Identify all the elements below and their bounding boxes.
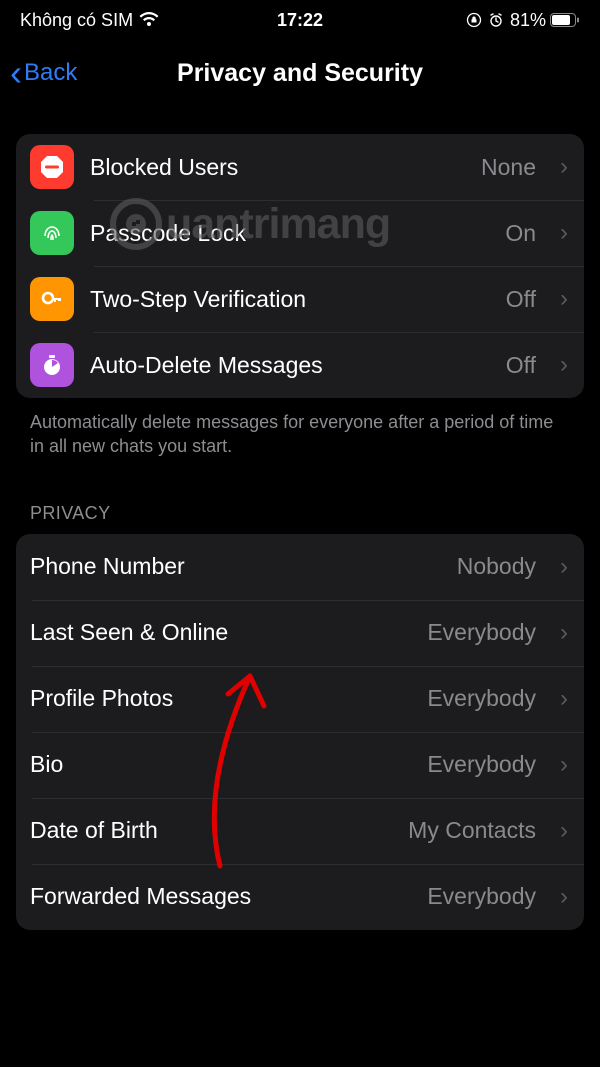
privacy-group: Phone Number Nobody › Last Seen & Online… [16, 534, 584, 930]
status-time: 17:22 [0, 10, 600, 31]
chevron-right-icon: › [560, 751, 568, 779]
row-two-step[interactable]: Two-Step Verification Off › [16, 266, 584, 332]
chevron-left-icon: ‹ [10, 62, 22, 84]
chevron-right-icon: › [560, 883, 568, 911]
row-value: Everybody [427, 751, 536, 778]
chevron-right-icon: › [560, 351, 568, 379]
back-button[interactable]: ‹ Back [0, 59, 77, 87]
row-label: Passcode Lock [90, 220, 489, 247]
security-footer: Automatically delete messages for everyo… [30, 410, 570, 459]
row-label: Date of Birth [30, 817, 392, 844]
row-value: My Contacts [408, 817, 536, 844]
row-value: On [505, 220, 536, 247]
row-label: Two-Step Verification [90, 286, 490, 313]
timer-icon [30, 343, 74, 387]
row-value: Nobody [457, 553, 536, 580]
row-value: Off [506, 286, 536, 313]
row-label: Blocked Users [90, 154, 465, 181]
chevron-right-icon: › [560, 219, 568, 247]
fingerprint-icon [30, 211, 74, 255]
row-value: None [481, 154, 536, 181]
row-value: Everybody [427, 619, 536, 646]
row-label: Forwarded Messages [30, 883, 411, 910]
row-blocked-users[interactable]: Blocked Users None › [16, 134, 584, 200]
block-icon [30, 145, 74, 189]
row-forwarded-messages[interactable]: Forwarded Messages Everybody › [16, 864, 584, 930]
chevron-right-icon: › [560, 153, 568, 181]
chevron-right-icon: › [560, 285, 568, 313]
row-label: Last Seen & Online [30, 619, 411, 646]
row-label: Phone Number [30, 553, 441, 580]
row-label: Bio [30, 751, 411, 778]
nav-header: ‹ Back Privacy and Security [0, 40, 600, 106]
back-label: Back [24, 59, 77, 87]
row-auto-delete[interactable]: Auto-Delete Messages Off › [16, 332, 584, 398]
chevron-right-icon: › [560, 553, 568, 581]
privacy-header: PRIVACY [30, 503, 570, 524]
page-title: Privacy and Security [0, 59, 600, 88]
row-label: Profile Photos [30, 685, 411, 712]
chevron-right-icon: › [560, 817, 568, 845]
row-value: Off [506, 352, 536, 379]
chevron-right-icon: › [560, 619, 568, 647]
row-phone-number[interactable]: Phone Number Nobody › [16, 534, 584, 600]
row-date-of-birth[interactable]: Date of Birth My Contacts › [16, 798, 584, 864]
row-last-seen[interactable]: Last Seen & Online Everybody › [16, 600, 584, 666]
status-bar: Không có SIM 17:22 81% [0, 0, 600, 40]
row-profile-photos[interactable]: Profile Photos Everybody › [16, 666, 584, 732]
row-label: Auto-Delete Messages [90, 352, 490, 379]
row-value: Everybody [427, 685, 536, 712]
security-group: Blocked Users None › Passcode Lock On › … [16, 134, 584, 398]
row-bio[interactable]: Bio Everybody › [16, 732, 584, 798]
chevron-right-icon: › [560, 685, 568, 713]
row-value: Everybody [427, 883, 536, 910]
key-icon [30, 277, 74, 321]
row-passcode-lock[interactable]: Passcode Lock On › [16, 200, 584, 266]
